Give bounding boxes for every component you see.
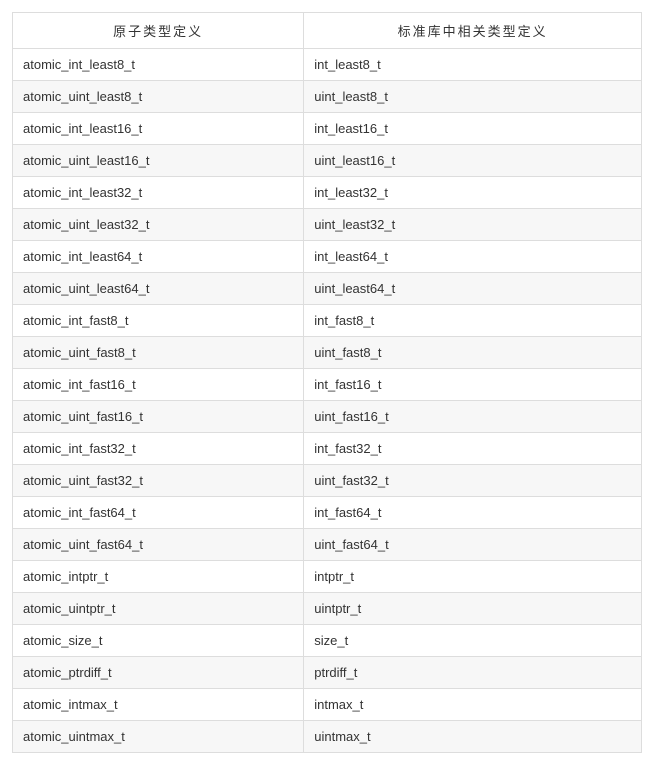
table-header-row: 原子类型定义 标准库中相关类型定义: [13, 13, 642, 49]
cell-atomic-type: atomic_uint_fast64_t: [13, 529, 304, 561]
cell-stdlib-type: uintmax_t: [304, 721, 642, 753]
table-row: atomic_uint_fast16_tuint_fast16_t: [13, 401, 642, 433]
header-stdlib-type: 标准库中相关类型定义: [304, 13, 642, 49]
cell-stdlib-type: size_t: [304, 625, 642, 657]
atomic-types-table: 原子类型定义 标准库中相关类型定义 atomic_int_least8_tint…: [12, 12, 642, 753]
table-row: atomic_intptr_tintptr_t: [13, 561, 642, 593]
table-row: atomic_uint_fast64_tuint_fast64_t: [13, 529, 642, 561]
cell-stdlib-type: intptr_t: [304, 561, 642, 593]
cell-atomic-type: atomic_int_least16_t: [13, 113, 304, 145]
table-row: atomic_ptrdiff_tptrdiff_t: [13, 657, 642, 689]
cell-atomic-type: atomic_uint_fast16_t: [13, 401, 304, 433]
cell-atomic-type: atomic_int_fast16_t: [13, 369, 304, 401]
table-row: atomic_uintptr_tuintptr_t: [13, 593, 642, 625]
cell-stdlib-type: intmax_t: [304, 689, 642, 721]
cell-stdlib-type: int_least16_t: [304, 113, 642, 145]
cell-stdlib-type: ptrdiff_t: [304, 657, 642, 689]
table-row: atomic_int_least64_tint_least64_t: [13, 241, 642, 273]
table-row: atomic_uint_least32_tuint_least32_t: [13, 209, 642, 241]
cell-atomic-type: atomic_uintptr_t: [13, 593, 304, 625]
cell-atomic-type: atomic_uint_least64_t: [13, 273, 304, 305]
cell-stdlib-type: int_fast32_t: [304, 433, 642, 465]
cell-atomic-type: atomic_int_fast32_t: [13, 433, 304, 465]
cell-stdlib-type: uintptr_t: [304, 593, 642, 625]
cell-atomic-type: atomic_int_fast64_t: [13, 497, 304, 529]
cell-atomic-type: atomic_int_least64_t: [13, 241, 304, 273]
table-row: atomic_uint_least64_tuint_least64_t: [13, 273, 642, 305]
cell-stdlib-type: int_least32_t: [304, 177, 642, 209]
cell-atomic-type: atomic_uint_fast32_t: [13, 465, 304, 497]
cell-atomic-type: atomic_int_least32_t: [13, 177, 304, 209]
table-row: atomic_uint_fast8_tuint_fast8_t: [13, 337, 642, 369]
cell-atomic-type: atomic_uint_least32_t: [13, 209, 304, 241]
table-row: atomic_int_fast16_tint_fast16_t: [13, 369, 642, 401]
table-row: atomic_uint_least16_tuint_least16_t: [13, 145, 642, 177]
cell-atomic-type: atomic_intmax_t: [13, 689, 304, 721]
cell-stdlib-type: uint_fast64_t: [304, 529, 642, 561]
table-row: atomic_intmax_tintmax_t: [13, 689, 642, 721]
table-body: atomic_int_least8_tint_least8_tatomic_ui…: [13, 49, 642, 753]
table-row: atomic_int_fast8_tint_fast8_t: [13, 305, 642, 337]
cell-atomic-type: atomic_uint_fast8_t: [13, 337, 304, 369]
header-atomic-type: 原子类型定义: [13, 13, 304, 49]
cell-stdlib-type: int_fast64_t: [304, 497, 642, 529]
table-row: atomic_int_least16_tint_least16_t: [13, 113, 642, 145]
cell-stdlib-type: int_least8_t: [304, 49, 642, 81]
cell-atomic-type: atomic_int_least8_t: [13, 49, 304, 81]
cell-stdlib-type: uint_least64_t: [304, 273, 642, 305]
cell-atomic-type: atomic_ptrdiff_t: [13, 657, 304, 689]
table-row: atomic_int_fast64_tint_fast64_t: [13, 497, 642, 529]
table-row: atomic_uintmax_tuintmax_t: [13, 721, 642, 753]
table-row: atomic_int_least32_tint_least32_t: [13, 177, 642, 209]
table-row: atomic_uint_fast32_tuint_fast32_t: [13, 465, 642, 497]
table-row: atomic_int_least8_tint_least8_t: [13, 49, 642, 81]
cell-atomic-type: atomic_uint_least8_t: [13, 81, 304, 113]
cell-atomic-type: atomic_uint_least16_t: [13, 145, 304, 177]
cell-stdlib-type: int_fast16_t: [304, 369, 642, 401]
cell-stdlib-type: int_least64_t: [304, 241, 642, 273]
table-row: atomic_uint_least8_tuint_least8_t: [13, 81, 642, 113]
cell-stdlib-type: uint_least8_t: [304, 81, 642, 113]
cell-atomic-type: atomic_uintmax_t: [13, 721, 304, 753]
cell-atomic-type: atomic_size_t: [13, 625, 304, 657]
cell-stdlib-type: uint_fast8_t: [304, 337, 642, 369]
table-row: atomic_int_fast32_tint_fast32_t: [13, 433, 642, 465]
cell-stdlib-type: uint_least16_t: [304, 145, 642, 177]
cell-atomic-type: atomic_intptr_t: [13, 561, 304, 593]
cell-stdlib-type: uint_fast32_t: [304, 465, 642, 497]
cell-stdlib-type: int_fast8_t: [304, 305, 642, 337]
table-row: atomic_size_tsize_t: [13, 625, 642, 657]
cell-atomic-type: atomic_int_fast8_t: [13, 305, 304, 337]
cell-stdlib-type: uint_fast16_t: [304, 401, 642, 433]
cell-stdlib-type: uint_least32_t: [304, 209, 642, 241]
